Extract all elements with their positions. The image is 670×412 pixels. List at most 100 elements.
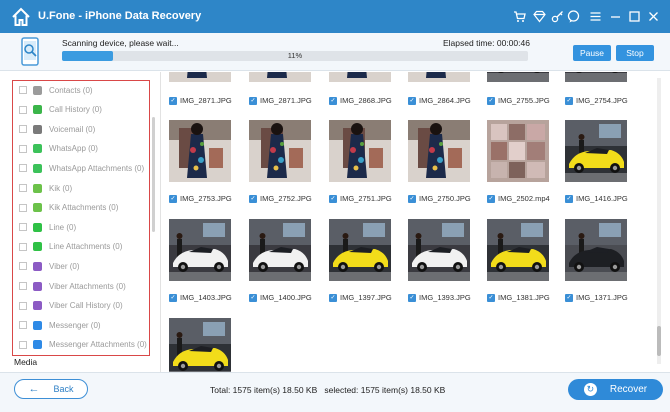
scrollbar-thumb[interactable]: [657, 326, 661, 356]
photo-thumbnail[interactable]: [169, 120, 231, 182]
thumbnail-label[interactable]: ✓ IMG_2753.JPG: [169, 193, 232, 204]
thumbnail-label[interactable]: ✓ IMG_2868.JPG: [329, 95, 392, 106]
thumbnail-label[interactable]: ✓ IMG_2751.JPG: [329, 193, 392, 204]
item-checkbox[interactable]: ✓: [249, 293, 257, 302]
category-checkbox[interactable]: [19, 321, 27, 330]
photo-thumbnail[interactable]: [169, 72, 231, 82]
photo-thumbnail[interactable]: [565, 219, 627, 281]
category-checkbox[interactable]: [19, 262, 27, 271]
photo-thumbnail[interactable]: [329, 219, 391, 281]
item-checkbox[interactable]: ✓: [408, 96, 416, 105]
category-item[interactable]: Viber Attachments (0): [19, 279, 126, 293]
thumbnail-label[interactable]: ✓ IMG_2871.JPG: [249, 95, 312, 106]
minimize-icon[interactable]: [609, 10, 622, 23]
category-checkbox[interactable]: [19, 105, 27, 114]
photo-thumbnail[interactable]: [169, 318, 231, 372]
category-item[interactable]: Viber Call History (0): [19, 299, 123, 313]
category-checkbox[interactable]: [19, 282, 27, 290]
photo-thumbnail[interactable]: [408, 72, 470, 82]
category-item[interactable]: Line Attachments (0): [19, 240, 122, 254]
category-checkbox[interactable]: [19, 223, 27, 232]
item-checkbox[interactable]: ✓: [487, 96, 495, 105]
thumbnail-label[interactable]: ✓ IMG_1371.JPG: [565, 292, 628, 303]
item-checkbox[interactable]: ✓: [565, 293, 573, 302]
thumbnail-label[interactable]: ✓ IMG_1400.JPG: [249, 292, 312, 303]
chat-icon[interactable]: [567, 10, 580, 23]
category-item[interactable]: Kik Attachments (0): [19, 201, 118, 215]
close-icon[interactable]: [647, 10, 660, 23]
key-icon[interactable]: [551, 10, 564, 23]
thumbnail-label[interactable]: ✓ IMG_2502.mp4: [487, 193, 550, 204]
diamond-icon[interactable]: [533, 10, 546, 23]
sidebar-scrollbar[interactable]: [152, 117, 155, 232]
category-checkbox[interactable]: [19, 164, 27, 173]
item-checkbox[interactable]: ✓: [408, 194, 416, 203]
stop-button[interactable]: Stop: [616, 45, 654, 61]
category-item[interactable]: Contacts (0): [19, 83, 93, 97]
category-checkbox[interactable]: [19, 144, 27, 153]
cart-icon[interactable]: [513, 10, 526, 23]
item-checkbox[interactable]: ✓: [565, 96, 573, 105]
recover-button[interactable]: ↻ Recover: [568, 379, 663, 400]
photo-thumbnail[interactable]: [487, 72, 549, 82]
grid-scrollbar[interactable]: [657, 78, 661, 364]
photo-thumbnail[interactable]: [329, 120, 391, 182]
photo-thumbnail[interactable]: [408, 120, 470, 182]
category-checkbox[interactable]: [19, 86, 27, 94]
back-button[interactable]: ← Back: [14, 379, 88, 399]
photo-thumbnail[interactable]: [169, 219, 231, 281]
photo-thumbnail[interactable]: [249, 120, 311, 182]
item-checkbox[interactable]: ✓: [169, 96, 177, 105]
item-checkbox[interactable]: ✓: [408, 293, 416, 302]
category-item[interactable]: Viber (0): [19, 259, 80, 273]
category-item[interactable]: Kik (0): [19, 181, 72, 195]
photo-thumbnail[interactable]: [329, 72, 391, 82]
menu-icon[interactable]: [589, 10, 602, 23]
category-item[interactable]: WhatsApp Attachments (0): [19, 161, 144, 175]
item-checkbox[interactable]: ✓: [329, 194, 337, 203]
thumbnail-label[interactable]: ✓ IMG_2752.JPG: [249, 193, 312, 204]
home-icon[interactable]: [10, 6, 32, 28]
photo-thumbnail[interactable]: [249, 72, 311, 82]
thumbnail-label[interactable]: ✓ IMG_1397.JPG: [329, 292, 392, 303]
category-checkbox[interactable]: [19, 242, 27, 251]
thumbnail-label[interactable]: ✓ IMG_1403.JPG: [169, 292, 232, 303]
thumbnail-label[interactable]: ✓ IMG_1393.JPG: [408, 292, 471, 303]
category-item[interactable]: Call History (0): [19, 103, 102, 117]
item-checkbox[interactable]: ✓: [487, 194, 495, 203]
item-checkbox[interactable]: ✓: [169, 194, 177, 203]
pause-button[interactable]: Pause: [573, 45, 611, 61]
category-checkbox[interactable]: [19, 203, 27, 212]
category-checkbox[interactable]: [19, 184, 27, 192]
category-item[interactable]: Messenger Attachments (0): [19, 338, 147, 352]
photo-thumbnail[interactable]: [565, 120, 627, 182]
category-checkbox[interactable]: [19, 125, 27, 134]
thumbnail-label[interactable]: ✓ IMG_2754.JPG: [565, 95, 628, 106]
category-item[interactable]: Voicemail (0): [19, 122, 95, 136]
thumbnail-label[interactable]: ✓ IMG_2871.JPG: [169, 95, 232, 106]
item-checkbox[interactable]: ✓: [487, 293, 495, 302]
thumbnail-label[interactable]: ✓ IMG_2755.JPG: [487, 95, 550, 106]
category-checkbox[interactable]: [19, 340, 27, 349]
maximize-icon[interactable]: [628, 10, 641, 23]
category-checkbox[interactable]: [19, 301, 27, 310]
item-checkbox[interactable]: ✓: [249, 194, 257, 203]
photo-thumbnail[interactable]: [487, 120, 549, 182]
item-checkbox[interactable]: ✓: [565, 194, 573, 203]
item-checkbox[interactable]: ✓: [169, 293, 177, 302]
item-checkbox[interactable]: ✓: [329, 96, 337, 105]
photo-thumbnail[interactable]: [565, 72, 627, 82]
item-checkbox[interactable]: ✓: [249, 96, 257, 105]
category-item[interactable]: Messenger (0): [19, 318, 101, 332]
thumbnail-label[interactable]: ✓ IMG_1381.JPG: [487, 292, 550, 303]
category-item[interactable]: Line (0): [19, 220, 76, 234]
media-section-label[interactable]: Media: [14, 357, 37, 367]
thumbnail-label[interactable]: ✓ IMG_2750.JPG: [408, 193, 471, 204]
photo-thumbnail[interactable]: [249, 219, 311, 281]
photo-thumbnail[interactable]: [487, 219, 549, 281]
thumbnail-label[interactable]: ✓ IMG_2864.JPG: [408, 95, 471, 106]
category-item[interactable]: WhatsApp (0): [19, 142, 98, 156]
photo-thumbnail[interactable]: [408, 219, 470, 281]
thumbnail-label[interactable]: ✓ IMG_1416.JPG: [565, 193, 628, 204]
item-checkbox[interactable]: ✓: [329, 293, 337, 302]
